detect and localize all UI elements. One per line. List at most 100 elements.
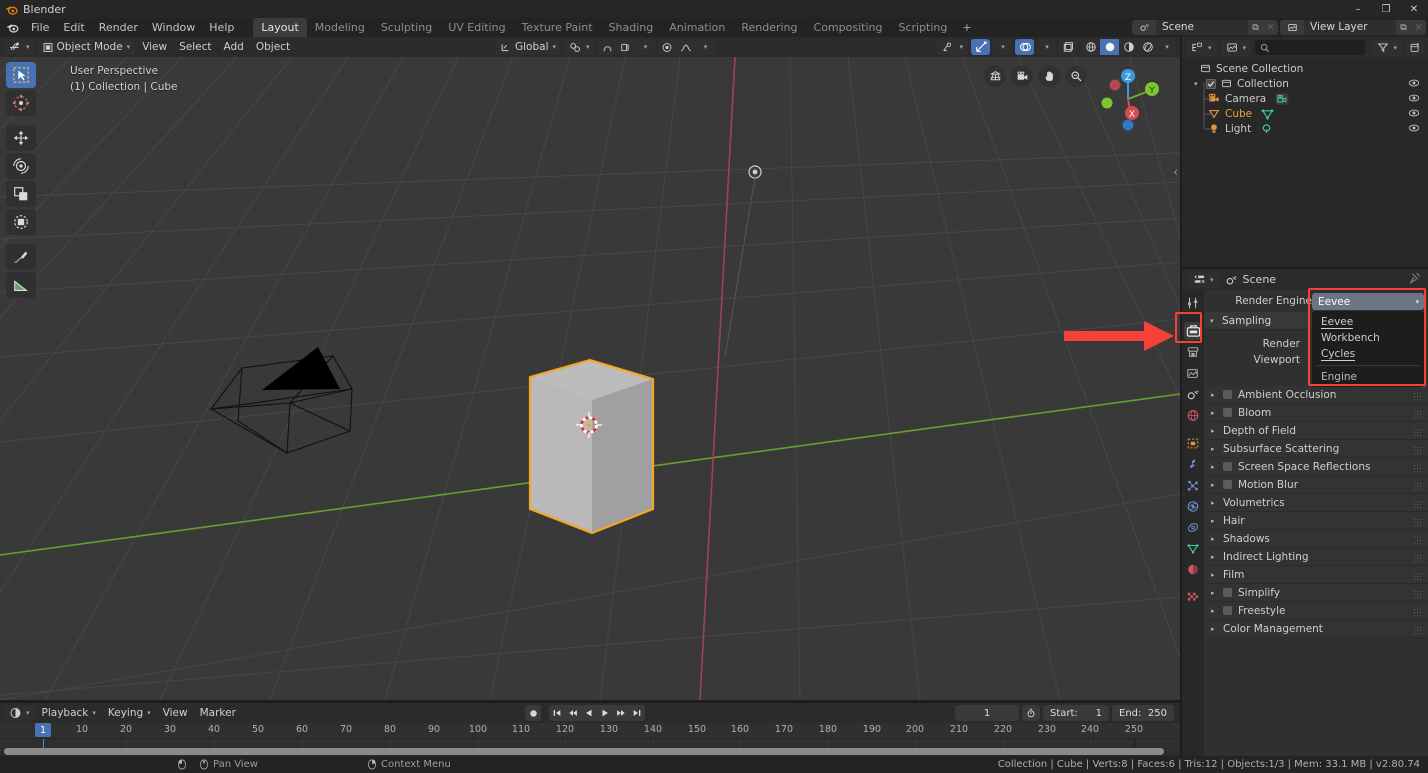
disclosure-triangle-icon[interactable]: ▸	[1211, 499, 1218, 507]
add-workspace-button[interactable]: +	[955, 19, 978, 36]
properties-editor-type-selector[interactable]: ▾	[1188, 271, 1219, 288]
transform-tool[interactable]	[6, 209, 36, 235]
drag-grip-icon[interactable]	[1414, 445, 1422, 454]
modifier-tab[interactable]	[1184, 455, 1202, 473]
disclosure-triangle-icon[interactable]: ▸	[1211, 481, 1218, 489]
disclosure-triangle-icon[interactable]: ▾	[1210, 317, 1217, 325]
tab-layout[interactable]: Layout	[253, 17, 307, 38]
panel-film[interactable]: ▸ Film	[1204, 566, 1428, 584]
show-gizmo-toggle[interactable]	[971, 39, 990, 55]
scene-tab[interactable]	[1184, 385, 1202, 403]
remove-view-layer-button[interactable]: ✕	[1411, 20, 1426, 35]
blender-menu-icon[interactable]	[4, 20, 20, 35]
wireframe-shading-icon[interactable]	[1081, 39, 1100, 55]
new-collection-button[interactable]	[1405, 39, 1424, 56]
disclosure-triangle-icon[interactable]: ▸	[1211, 589, 1218, 597]
outliner-row-cube[interactable]: Cube	[1182, 106, 1428, 121]
annotate-tool[interactable]	[6, 244, 36, 270]
tab-scripting[interactable]: Scripting	[890, 18, 955, 38]
dropdown-option-eevee[interactable]: Eevee	[1312, 314, 1424, 330]
next-keyframe-button[interactable]	[613, 705, 629, 721]
jump-to-end-button[interactable]	[629, 705, 645, 721]
panel-checkbox[interactable]	[1223, 390, 1232, 399]
constraints-tab[interactable]	[1184, 518, 1202, 536]
outliner-row-camera[interactable]: Camera	[1182, 91, 1428, 106]
particles-tab[interactable]	[1184, 476, 1202, 494]
auto-keying-toggle[interactable]	[525, 705, 541, 721]
play-button[interactable]	[597, 705, 613, 721]
unlink-scene-button[interactable]: ✕	[1263, 20, 1278, 35]
disclosure-triangle-icon[interactable]: ▸	[1211, 427, 1218, 435]
drag-grip-icon[interactable]	[1414, 625, 1422, 634]
data-tab[interactable]	[1184, 539, 1202, 557]
pan-view-hand-icon[interactable]	[1038, 65, 1060, 87]
drag-grip-icon[interactable]	[1414, 463, 1422, 472]
falloff-chevron-down-icon[interactable]: ▾	[696, 39, 715, 55]
panel-motion-blur[interactable]: ▸ Motion Blur	[1204, 476, 1428, 494]
panel-color-management[interactable]: ▸ Color Management	[1204, 620, 1428, 638]
viewport-menu-view[interactable]: View	[137, 39, 172, 55]
object-mode-selector[interactable]: Object Mode ▾	[36, 39, 136, 55]
drag-grip-icon[interactable]	[1414, 553, 1422, 562]
show-overlays-toggle[interactable]	[1015, 39, 1034, 55]
timeline-ruler[interactable]: 1 10 20 30 40 50 60 70 80 90 100 110 120…	[0, 723, 1180, 738]
panel-checkbox[interactable]	[1223, 408, 1232, 417]
disclosure-triangle-icon[interactable]: ▸	[1211, 463, 1218, 471]
tab-animation[interactable]: Animation	[661, 18, 733, 38]
render-engine-field[interactable]: Eevee ▾	[1312, 293, 1424, 310]
editor-type-selector[interactable]: ▾	[4, 39, 35, 55]
gizmo-chevron-down-icon[interactable]: ▾	[993, 39, 1012, 55]
transform-orientation-selector[interactable]: Global ▾	[495, 39, 562, 55]
disclosure-triangle-icon[interactable]: ▸	[1211, 571, 1218, 579]
cursor-tool[interactable]	[6, 90, 36, 116]
disclosure-triangle-icon[interactable]: ▾	[1194, 80, 1201, 88]
disclosure-triangle-icon[interactable]: ▸	[1211, 607, 1218, 615]
viewport-menu-add[interactable]: Add	[219, 39, 249, 55]
current-frame-field[interactable]: 1	[955, 705, 1019, 721]
menu-help[interactable]: Help	[202, 19, 241, 36]
drag-grip-icon[interactable]	[1414, 499, 1422, 508]
tab-sculpting[interactable]: Sculpting	[373, 18, 440, 38]
start-frame-field[interactable]: Start: 1	[1043, 705, 1109, 721]
panel-screen-space-reflections[interactable]: ▸ Screen Space Reflections	[1204, 458, 1428, 476]
drag-grip-icon[interactable]	[1414, 481, 1422, 490]
panel-checkbox[interactable]	[1223, 480, 1232, 489]
outliner-filter-button[interactable]: ▾	[1372, 39, 1402, 56]
panel-freestyle[interactable]: ▸ Freestyle	[1204, 602, 1428, 620]
shading-mode-group[interactable]: ▾	[1081, 39, 1176, 55]
disclosure-triangle-icon[interactable]: ▸	[1211, 409, 1218, 417]
3d-viewport[interactable]: User Perspective (1) Collection | Cube Z…	[0, 57, 1180, 700]
render-engine-dropdown[interactable]: Eevee ▾ Eevee Workbench Cycles Engine	[1312, 293, 1424, 387]
open-sidebar-chevron-icon[interactable]: ‹	[1173, 165, 1178, 179]
dropdown-option-cycles[interactable]: Cycles	[1312, 346, 1424, 362]
scene-selector[interactable]: Scene ⧉ ✕	[1132, 20, 1278, 35]
tool-tab[interactable]	[1184, 294, 1202, 312]
drag-grip-icon[interactable]	[1414, 535, 1422, 544]
scale-tool[interactable]	[6, 181, 36, 207]
solid-shading-icon[interactable]	[1100, 39, 1119, 55]
drag-grip-icon[interactable]	[1414, 589, 1422, 598]
panel-simplify[interactable]: ▸ Simplify	[1204, 584, 1428, 602]
output-tab[interactable]	[1184, 343, 1202, 361]
material-preview-shading-icon[interactable]	[1119, 39, 1138, 55]
snap-chevron-down-icon[interactable]: ▾	[636, 39, 655, 55]
panel-indirect-lighting[interactable]: ▸ Indirect Lighting	[1204, 548, 1428, 566]
disclosure-triangle-icon[interactable]: ▸	[1211, 445, 1218, 453]
disclosure-triangle-icon[interactable]: ▸	[1211, 517, 1218, 525]
panel-checkbox[interactable]	[1223, 462, 1232, 471]
outliner-row-light[interactable]: Light	[1182, 121, 1428, 136]
tab-shading[interactable]: Shading	[601, 18, 662, 38]
outliner-row-scene-collection[interactable]: Scene Collection	[1182, 61, 1428, 76]
jump-to-start-button[interactable]	[549, 705, 565, 721]
snap-target-selector[interactable]	[617, 39, 636, 55]
tab-rendering[interactable]: Rendering	[733, 18, 805, 38]
camera-data-icon[interactable]	[1275, 92, 1289, 105]
eye-icon[interactable]	[1408, 77, 1420, 92]
physics-tab[interactable]	[1184, 497, 1202, 515]
tab-compositing[interactable]: Compositing	[806, 18, 891, 38]
render-tab[interactable]	[1184, 322, 1202, 340]
falloff-curve-icon[interactable]	[677, 39, 696, 55]
disclosure-triangle-icon[interactable]: ▸	[1211, 535, 1218, 543]
panel-checkbox[interactable]	[1223, 588, 1232, 597]
timeline-menu-view[interactable]: View	[158, 705, 193, 721]
